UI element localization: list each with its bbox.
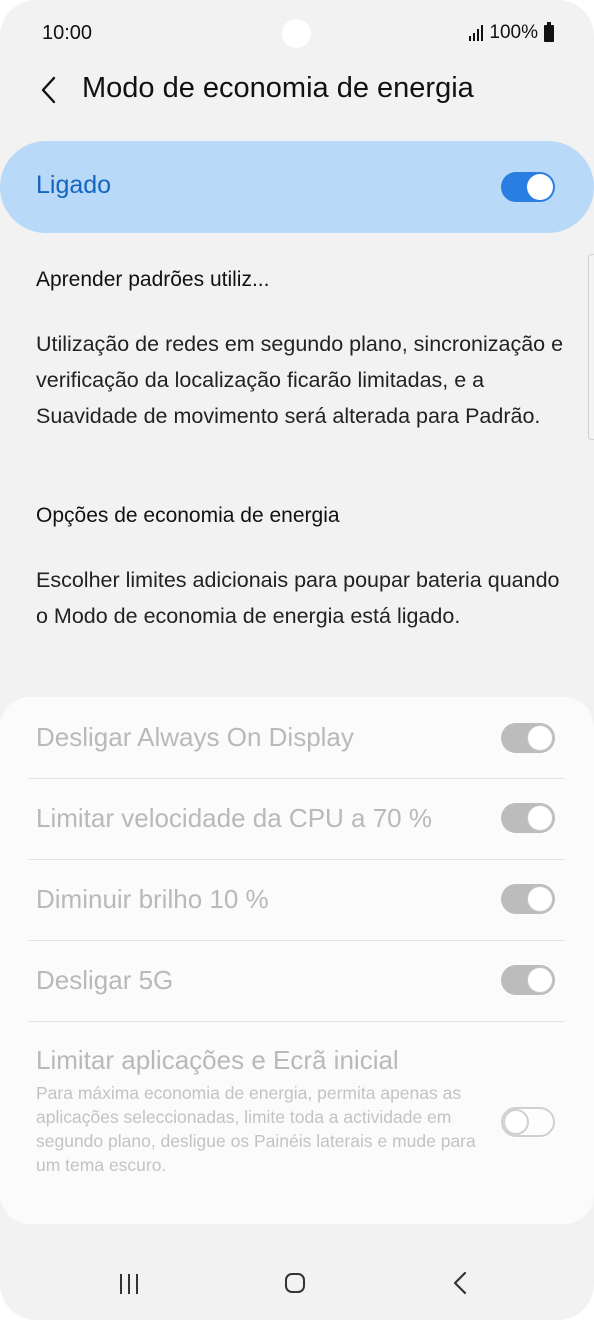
options-card: Desligar Always On Display Limitar veloc…: [0, 697, 594, 1224]
option-toggle-brightness[interactable]: [501, 884, 555, 914]
option-toggle-5g[interactable]: [501, 965, 555, 995]
chevron-left-icon[interactable]: [30, 70, 66, 110]
scrollbar[interactable]: [588, 254, 594, 440]
learn-patterns-description: Utilização de redes em segundo plano, si…: [36, 332, 564, 428]
option-row-cpu[interactable]: Limitar velocidade da CPU a 70 %: [0, 778, 594, 859]
phone-screen: 10:00 100% Modo de economia de energia L…: [0, 0, 594, 1320]
option-row-limit-apps[interactable]: Limitar aplicações e Ecrã inicial Para m…: [0, 1021, 594, 1221]
toggle-knob: [527, 886, 553, 912]
back-icon[interactable]: [452, 1270, 468, 1301]
toggle-knob: [527, 805, 553, 831]
option-label: Diminuir brilho 10 %: [36, 884, 269, 914]
front-camera: [282, 19, 311, 48]
navigation-bar: [0, 1250, 594, 1320]
battery-icon: [544, 21, 554, 42]
option-toggle-cpu[interactable]: [501, 803, 555, 833]
option-label: Desligar Always On Display: [36, 722, 354, 752]
app-header: Modo de economia de energia: [0, 60, 594, 120]
options-section-description: Escolher limites adicionais para poupar …: [36, 568, 560, 628]
battery-percentage: 100%: [489, 22, 538, 43]
toggle-knob: [503, 1109, 529, 1135]
option-row-aod[interactable]: Desligar Always On Display: [0, 697, 594, 778]
option-row-brightness[interactable]: Diminuir brilho 10 %: [0, 859, 594, 940]
page-title: Modo de economia de energia: [82, 72, 474, 104]
toggle-knob: [527, 725, 553, 751]
option-row-5g[interactable]: Desligar 5G: [0, 940, 594, 1021]
signal-icon: [469, 25, 484, 41]
home-icon[interactable]: [285, 1273, 305, 1293]
option-toggle-aod[interactable]: [501, 723, 555, 753]
master-switch-row[interactable]: Ligado: [0, 141, 594, 233]
status-time: 10:00: [42, 22, 93, 44]
toggle-knob: [527, 967, 553, 993]
toggle-knob: [527, 174, 553, 200]
master-switch-label: Ligado: [36, 171, 112, 199]
option-sublabel: Para máxima economia de energia, permita…: [36, 1083, 476, 1175]
options-section-heading: Opções de economia de energia: [36, 504, 340, 527]
master-toggle[interactable]: [501, 172, 555, 202]
option-label: Limitar velocidade da CPU a 70 %: [36, 803, 432, 833]
option-label: Desligar 5G: [36, 965, 174, 995]
status-indicators: 100%: [469, 21, 554, 44]
option-label: Limitar aplicações e Ecrã inicial: [36, 1045, 399, 1075]
option-toggle-limit-apps[interactable]: [501, 1107, 555, 1137]
status-bar: 10:00 100%: [0, 0, 594, 68]
learn-patterns-heading[interactable]: Aprender padrões utiliz...: [36, 268, 269, 292]
recent-apps-icon[interactable]: [120, 1274, 138, 1294]
